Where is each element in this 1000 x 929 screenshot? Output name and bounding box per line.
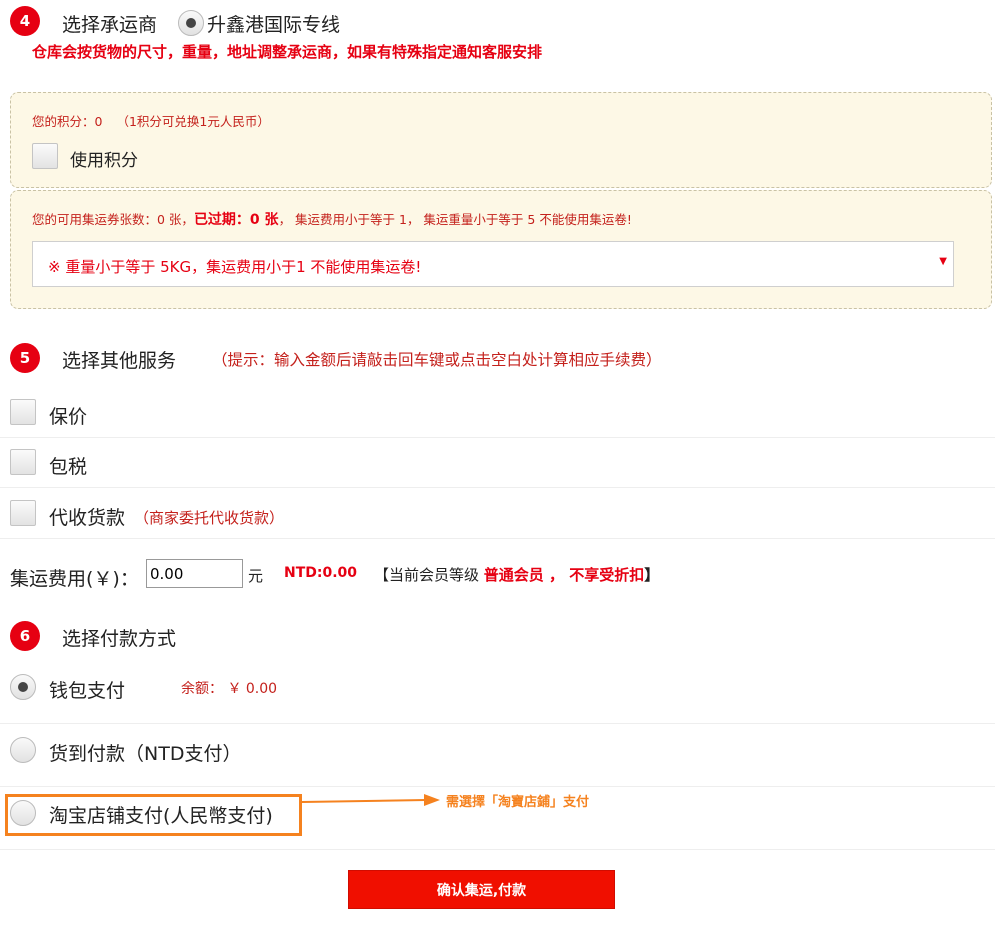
coupon-select-value: ※ 重量小于等于 5KG，集运费用小于1 不能使用集运卷! — [48, 258, 422, 276]
points-balance: 您的积分：0 （1积分可兑换1元人民币） — [32, 111, 270, 130]
divider — [0, 487, 995, 488]
insurance-label[interactable]: 保价 — [49, 402, 87, 429]
confirm-pay-button[interactable]: 确认集运,付款 — [348, 870, 615, 909]
member-discount: 不享受折扣 — [564, 566, 645, 584]
points-label: 您的积分：0 — [32, 114, 103, 129]
step-5-hint: （提示：输入金额后请敲击回车键或点击空白处计算相应手续费） — [212, 351, 662, 369]
member-level: 普通会员 ， — [483, 566, 565, 584]
cod-service-note: （商家委托代收货款） — [134, 509, 285, 527]
member-suffix: 】 — [644, 566, 660, 584]
cod-service-label[interactable]: 代收货款 — [49, 503, 125, 530]
member-level-info: 【当前会员等级 普通会员 ， 不享受折扣】 — [374, 564, 659, 585]
coupon-suffix: ， 集运费用小于等于 1， 集运重量小于等于 5 不能使用集运卷! — [278, 212, 632, 227]
divider — [0, 849, 995, 850]
divider — [0, 437, 995, 438]
fee-ntd: NTD:0.00 — [284, 565, 358, 581]
use-points-label[interactable]: 使用积分 — [70, 146, 138, 171]
taobao-pay-label[interactable]: 淘宝店铺支付(人民幣支付) — [49, 801, 273, 828]
fee-unit: 元 — [248, 567, 264, 585]
cod-service-checkbox[interactable] — [10, 500, 36, 526]
points-rule: （1积分可兑换1元人民币） — [116, 114, 270, 129]
member-prefix: 【当前会员等级 — [374, 566, 484, 584]
step-4-badge: 4 — [10, 6, 40, 36]
carrier-warning: 仓库会按货物的尺寸，重量，地址调整承运商，如果有特殊指定通知客服安排 — [32, 43, 543, 61]
shipping-fee-input[interactable] — [146, 559, 243, 588]
points-panel — [10, 92, 992, 188]
divider — [0, 786, 995, 787]
carrier-option-label[interactable]: 升鑫港国际专线 — [207, 10, 340, 37]
coupon-select[interactable]: ※ 重量小于等于 5KG，集运费用小于1 不能使用集运卷! ▼ — [32, 241, 954, 287]
tax-included-label[interactable]: 包税 — [49, 452, 87, 479]
carrier-radio[interactable] — [178, 10, 204, 36]
taobao-pay-radio[interactable] — [10, 800, 36, 826]
tax-included-checkbox[interactable] — [10, 449, 36, 475]
chevron-down-icon[interactable]: ▼ — [939, 256, 947, 267]
annotation-text: 需選擇「淘寶店鋪」支付 — [446, 795, 590, 810]
insurance-checkbox[interactable] — [10, 399, 36, 425]
cod-pay-radio[interactable] — [10, 737, 36, 763]
step-6-badge: 6 — [10, 621, 40, 651]
cod-pay-label[interactable]: 货到付款（NTD支付） — [49, 739, 241, 766]
coupon-expired: 已过期：0 张 — [193, 212, 279, 228]
coupon-prefix: 您的可用集运券张数：0 张， — [32, 212, 194, 227]
wallet-balance: 余额： ￥ 0.00 — [181, 681, 278, 697]
wallet-pay-label[interactable]: 钱包支付 — [49, 676, 125, 703]
divider — [0, 723, 995, 724]
divider — [0, 538, 995, 539]
coupon-info: 您的可用集运券张数：0 张，已过期：0 张， 集运费用小于等于 1， 集运重量小… — [32, 209, 632, 229]
step-5-title: 选择其他服务 — [62, 350, 177, 372]
step-5-badge: 5 — [10, 343, 40, 373]
shipping-fee-label: 集运费用(￥)： — [10, 568, 139, 590]
step-6-title: 选择付款方式 — [62, 628, 177, 650]
step-4-title: 选择承运商 — [62, 14, 158, 36]
use-points-checkbox[interactable] — [32, 143, 58, 169]
annotation-arrow-icon — [302, 794, 440, 806]
wallet-pay-radio[interactable] — [10, 674, 36, 700]
